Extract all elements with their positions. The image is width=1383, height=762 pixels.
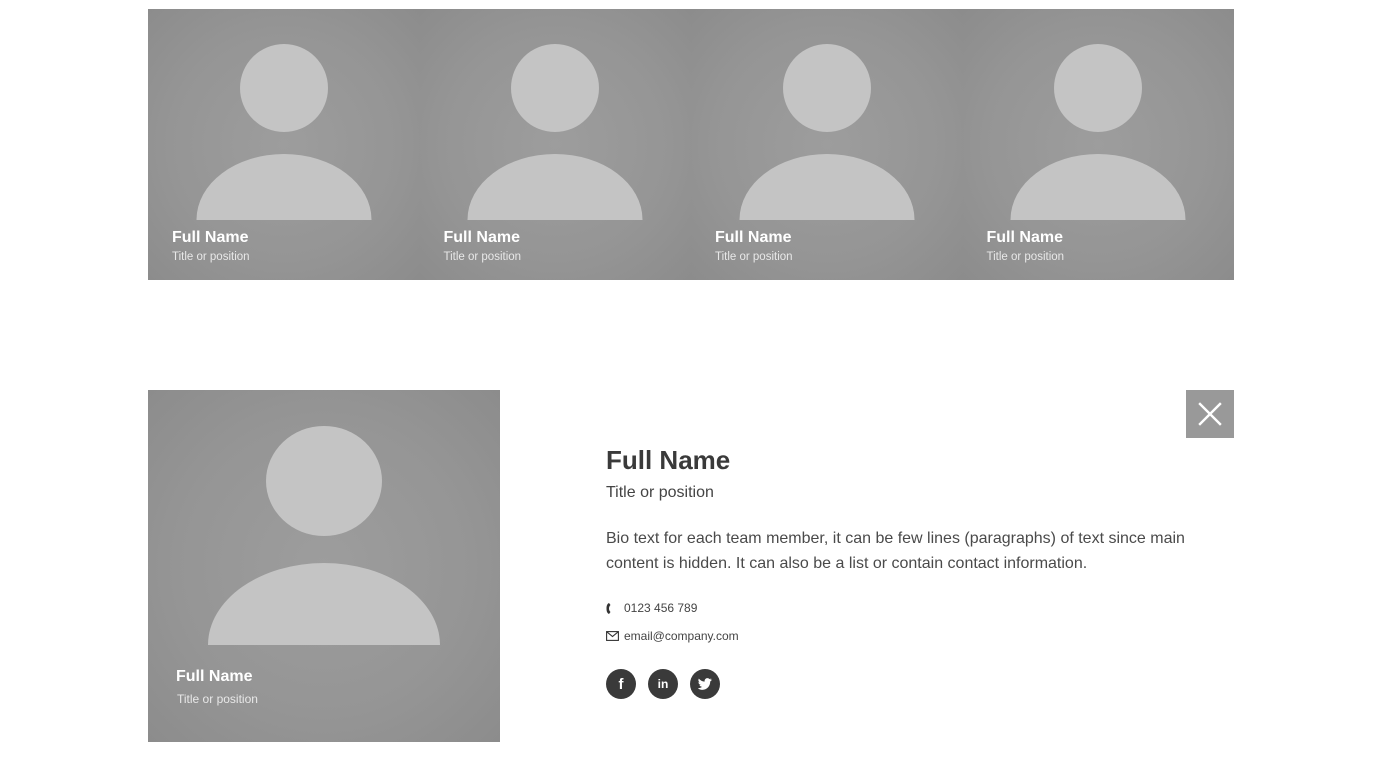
social-links: f in [606, 669, 1226, 699]
envelope-icon [606, 631, 624, 641]
avatar-head [511, 44, 600, 132]
member-position: Title or position [443, 251, 522, 263]
member-card[interactable]: Full Name Title or position [962, 9, 1234, 280]
avatar-head [782, 44, 871, 132]
team-section: Full Name Title or position Full Name Ti… [0, 0, 1383, 762]
avatar-body [208, 563, 440, 645]
phone-icon [606, 602, 624, 615]
member-position: Title or position [715, 251, 793, 263]
avatar-head [266, 426, 382, 536]
phone-number: 0123 456 789 [624, 601, 698, 615]
detail-photo-position: Title or position [177, 692, 258, 706]
member-name: Full Name [443, 229, 520, 246]
detail-photo: Full Name Title or position [148, 390, 500, 742]
facebook-icon: f [618, 675, 624, 693]
detail-bio: Bio text for each team member, it can be… [606, 530, 1185, 572]
member-position: Title or position [172, 251, 250, 263]
member-card[interactable]: Full Name Title or position [148, 9, 420, 280]
facebook-button[interactable]: f [606, 669, 636, 699]
avatar-body [467, 154, 643, 220]
member-card[interactable]: Full Name Title or position [419, 9, 691, 280]
twitter-button[interactable] [690, 669, 720, 699]
contact-list: 0123 456 789 email@company.com [606, 599, 1226, 645]
linkedin-button[interactable]: in [648, 669, 678, 699]
avatar-body [739, 154, 915, 220]
detail-photo-name: Full Name [176, 668, 253, 685]
detail-name: Full Name [606, 445, 731, 475]
detail-position: Title or position [606, 484, 714, 501]
close-button[interactable] [1186, 390, 1234, 438]
phone-row: 0123 456 789 [606, 599, 1226, 617]
member-name: Full Name [986, 229, 1063, 246]
member-name: Full Name [715, 229, 792, 246]
email-row: email@company.com [606, 627, 1226, 645]
email-link[interactable]: email@company.com [624, 629, 739, 643]
linkedin-icon: in [657, 677, 669, 691]
detail-info: Full Name Title or position Bio text for… [606, 440, 1226, 699]
avatar-body [1010, 154, 1186, 220]
avatar-head [239, 44, 328, 132]
member-card[interactable]: Full Name Title or position [691, 9, 963, 280]
avatar-head [1054, 44, 1143, 132]
member-position: Title or position [986, 251, 1065, 263]
twitter-icon [698, 678, 712, 690]
close-icon [1198, 402, 1222, 426]
member-name: Full Name [172, 229, 249, 246]
avatar-body [196, 154, 372, 220]
team-grid: Full Name Title or position Full Name Ti… [148, 9, 1234, 280]
